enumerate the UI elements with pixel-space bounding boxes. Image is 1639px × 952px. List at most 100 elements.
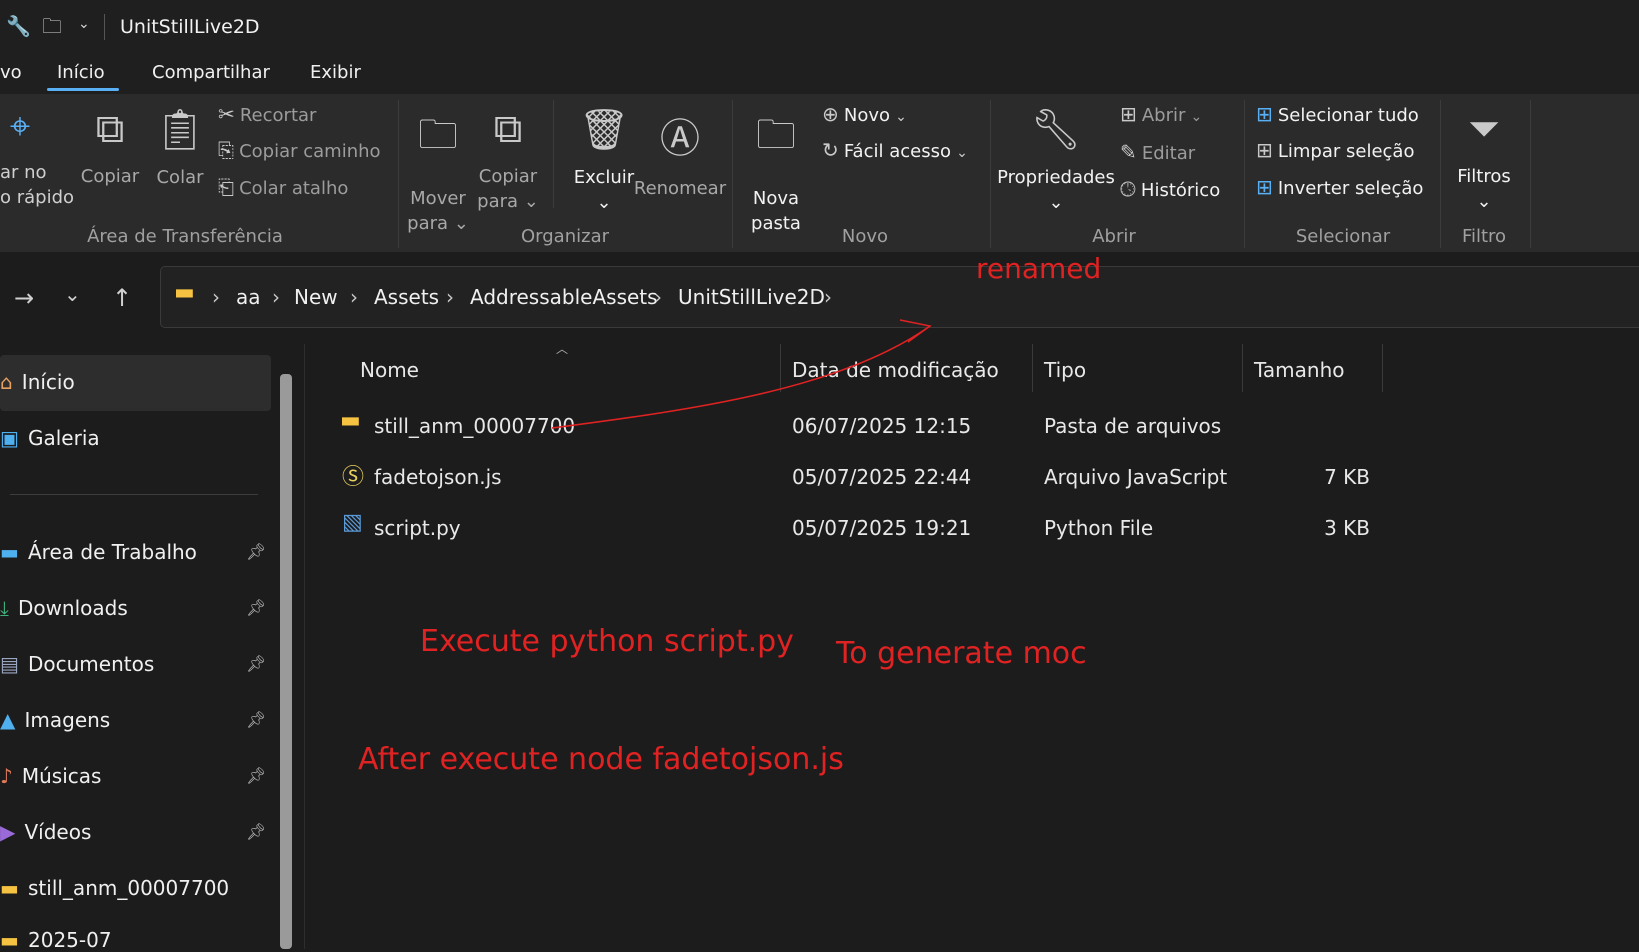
copy-path-label: Copiar caminho xyxy=(239,141,381,162)
chevron-down-icon: ⌄ xyxy=(956,145,968,161)
sidebar-divider xyxy=(10,494,258,495)
edit-button[interactable]: ✎ Editar xyxy=(1120,140,1195,164)
breadcrumb-chevron-icon[interactable]: › xyxy=(350,285,358,309)
new-item-label: Novo xyxy=(843,105,891,126)
open-button[interactable]: ⊞ Abrir ⌄ xyxy=(1120,102,1202,126)
edit-label: Editar xyxy=(1141,143,1196,164)
up-arrow-icon[interactable]: ↑ xyxy=(112,284,132,312)
sidebar-item-music[interactable]: ♪ Músicas xyxy=(0,764,101,788)
file-name: script.py xyxy=(374,516,461,540)
column-divider[interactable] xyxy=(1032,344,1033,392)
filters-label: Filtros ⌄ xyxy=(1446,164,1522,214)
sidebar-item-videos[interactable]: ▶ Vídeos xyxy=(0,820,91,844)
breadcrumb-chevron-icon[interactable]: › xyxy=(446,285,454,309)
properties-wrench-icon[interactable]: 🔧 xyxy=(6,14,31,38)
new-folder-icon[interactable]: 🗀 xyxy=(42,12,62,46)
sidebar-item-gallery[interactable]: ▣ Galeria xyxy=(0,426,100,450)
rename-button[interactable]: Ⓐ Renomear xyxy=(630,106,730,201)
pin-icon[interactable]: 📌︎ xyxy=(246,542,266,561)
breadcrumb-chevron-icon[interactable]: › xyxy=(272,285,280,309)
tab-view[interactable]: Exibir xyxy=(310,62,361,83)
copy-path-button[interactable]: ⎘ Copiar caminho xyxy=(218,138,381,162)
sidebar-item-downloads[interactable]: ⤓ Downloads xyxy=(0,596,128,620)
cut-label: Recortar xyxy=(239,105,317,126)
chevron-down-icon[interactable]: ⌄ xyxy=(78,16,90,32)
history-button[interactable]: 🕓︎ Histórico xyxy=(1120,177,1220,201)
filters-button[interactable]: ⏷ Filtros ⌄ xyxy=(1446,106,1522,214)
column-header-size[interactable]: Tamanho xyxy=(1254,358,1345,382)
table-row[interactable]: Ⓢ fadetojson.js 05/07/2025 22:44 Arquivo… xyxy=(336,455,1386,499)
download-icon: ⤓ xyxy=(0,596,9,620)
chevron-down-icon: ⌄ xyxy=(895,109,907,125)
sidebar-item-desktop[interactable]: ▬ Área de Trabalho xyxy=(0,540,197,564)
sidebar-item-pictures[interactable]: ▲ Imagens xyxy=(0,708,110,732)
easy-access-button[interactable]: ↻ Fácil acesso ⌄ xyxy=(822,138,968,162)
copy-to-button[interactable]: ⧉ Copiar para ⌄ xyxy=(476,106,540,214)
select-all-icon: ⊞ xyxy=(1256,102,1273,126)
open-icon: ⊞ xyxy=(1120,102,1137,126)
breadcrumb-item-assets[interactable]: Assets xyxy=(374,285,439,309)
breadcrumb-chevron-icon[interactable]: › xyxy=(654,285,662,309)
breadcrumb-chevron-icon[interactable]: › xyxy=(824,285,832,309)
invert-selection-button[interactable]: ⊞ Inverter seleção xyxy=(1256,175,1423,199)
select-all-button[interactable]: ⊞ Selecionar tudo xyxy=(1256,102,1419,126)
copy-to-label: Copiar para ⌄ xyxy=(476,164,540,214)
file-type: Pasta de arquivos xyxy=(1044,414,1222,438)
sidebar-item-documents[interactable]: ▤ Documentos xyxy=(0,652,154,676)
pin-quick-access-button[interactable]: ⌖ xyxy=(0,106,40,148)
breadcrumb-item-aa[interactable]: aa xyxy=(236,285,261,309)
filters-label-text: Filtros xyxy=(1457,166,1511,187)
new-folder-icon: 🗀 xyxy=(756,112,796,158)
clear-selection-button[interactable]: ⊞ Limpar seleção xyxy=(1256,138,1414,162)
ribbon-separator xyxy=(1530,100,1531,248)
sidebar-scrollbar[interactable] xyxy=(280,374,292,949)
column-header-type[interactable]: Tipo xyxy=(1044,358,1086,382)
recent-locations-chevron-icon[interactable]: ⌄ xyxy=(64,282,81,306)
pin-icon[interactable]: 📌︎ xyxy=(246,822,266,841)
forward-arrow-icon[interactable]: → xyxy=(14,284,34,312)
sidebar-item-label: Área de Trabalho xyxy=(28,540,197,564)
paste-button[interactable]: 📋︎ Colar xyxy=(152,106,208,190)
sidebar-item-label: Galeria xyxy=(28,426,100,450)
properties-button[interactable]: 🔧︎ Propriedades ⌄ xyxy=(996,106,1116,215)
move-to-button[interactable]: 🗀 Mover para ⌄ xyxy=(406,106,470,236)
rename-icon: Ⓐ xyxy=(660,116,700,162)
pin-icon[interactable]: 📌︎ xyxy=(246,710,266,729)
sidebar-item-label: Início xyxy=(21,370,75,394)
tab-file-partial[interactable]: vo xyxy=(0,62,22,83)
copy-button[interactable]: ⧉ Copiar xyxy=(80,106,140,189)
title-separator xyxy=(104,14,105,40)
breadcrumb-chevron-icon[interactable]: › xyxy=(212,285,220,309)
annotation-arrow-line xyxy=(551,325,931,429)
ribbon-separator xyxy=(732,100,733,248)
pictures-icon: ▲ xyxy=(0,708,16,732)
breadcrumb-item-new[interactable]: New xyxy=(294,285,338,309)
pin-icon[interactable]: 📌︎ xyxy=(246,654,266,673)
sidebar-item-folder-still-anm[interactable]: ▬ still_anm_00007700 xyxy=(0,876,229,900)
column-header-name[interactable]: Nome xyxy=(360,358,419,382)
new-item-button[interactable]: ⊕ Novo ⌄ xyxy=(822,102,907,126)
new-folder-button[interactable]: 🗀 Nova pasta xyxy=(744,106,808,236)
column-divider[interactable] xyxy=(1382,344,1383,392)
rename-label: Renomear xyxy=(633,178,727,199)
paste-shortcut-button[interactable]: ⎗ Colar atalho xyxy=(218,175,348,199)
annotation-arrow-head xyxy=(899,319,932,343)
breadcrumb-item-addressableassets[interactable]: AddressableAssets xyxy=(470,285,658,309)
pin-icon[interactable]: 📌︎ xyxy=(246,766,266,785)
table-row[interactable]: ▧ script.py 05/07/2025 19:21 Python File… xyxy=(336,506,1386,550)
tab-share[interactable]: Compartilhar xyxy=(152,62,270,83)
easy-access-label: Fácil acesso xyxy=(843,141,951,162)
sidebar-item-folder-2025-07[interactable]: ▬ 2025-07 xyxy=(0,928,112,952)
sidebar-item-home[interactable]: ⌂ Início xyxy=(0,370,75,394)
sidebar-item-label: still_anm_00007700 xyxy=(28,876,230,900)
pin-icon[interactable]: 📌︎ xyxy=(246,598,266,617)
sidebar-item-label: 2025-07 xyxy=(28,928,112,952)
pin-label-line1: ar no xyxy=(0,162,47,183)
tab-home[interactable]: Início xyxy=(57,62,105,83)
column-divider[interactable] xyxy=(1242,344,1243,392)
sidebar-item-label: Documentos xyxy=(28,652,155,676)
cut-button[interactable]: ✂ Recortar xyxy=(218,102,316,126)
pane-divider xyxy=(304,344,305,949)
breadcrumb-item-unitstilllive2d[interactable]: UnitStillLive2D xyxy=(678,285,825,309)
gallery-icon: ▣ xyxy=(0,426,19,450)
